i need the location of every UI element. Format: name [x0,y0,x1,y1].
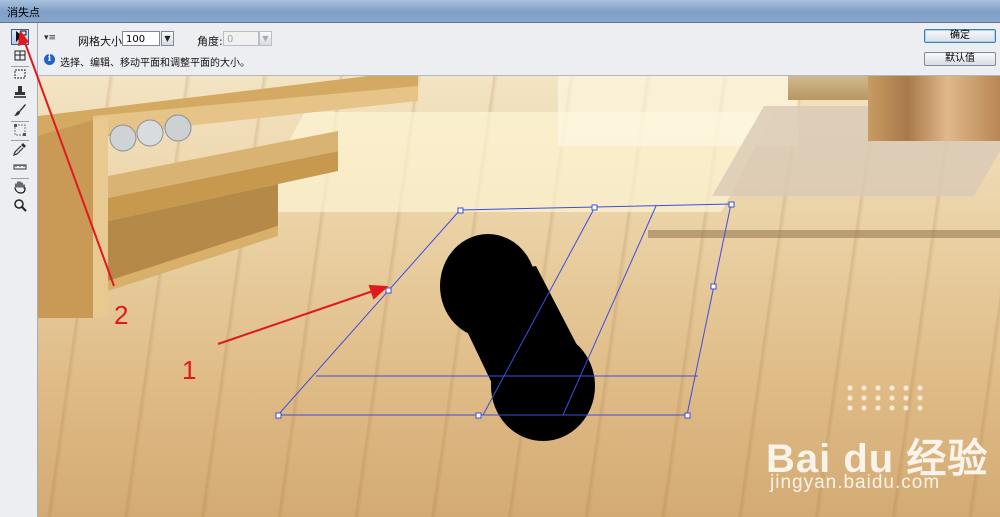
eyedropper-tool-button[interactable] [11,142,29,158]
info-text: 选择、编辑、移动平面和调整平面的大小。 [60,58,250,69]
transform-icon [14,124,26,136]
chevron-down-icon: ▼ [164,34,171,43]
grid-size-field[interactable]: 100 [122,31,160,46]
zoom-icon [14,199,27,212]
grid-size-label: 网格大小: [78,35,126,48]
watermark-url: jingyan.baidu.com [770,472,941,493]
grid-line [562,205,657,416]
transform-tool-button[interactable] [11,123,29,139]
stamp-icon [14,86,26,98]
hand-tool-button[interactable] [11,180,29,196]
tool-options-menu-icon[interactable]: ▾≡ [44,33,56,43]
zoom-tool-button[interactable] [11,198,29,214]
window-title: 消失点 [7,6,40,19]
measure-tool-button[interactable] [11,160,29,176]
annotation-label-2: 2 [114,300,129,330]
chevron-down-icon: ▼ [262,34,269,43]
marquee-tool-button[interactable] [11,67,29,83]
brush-icon [14,104,26,116]
ok-button[interactable]: 确定 [924,29,996,43]
grid-size-dropdown[interactable]: ▼ [161,31,174,46]
info-bar: i 选择、编辑、移动平面和调整平面的大小。 [38,53,916,69]
default-button[interactable]: 默认值 [924,52,996,66]
annotation-label-1: 1 [182,355,197,385]
angle-field[interactable]: 0 [223,31,259,46]
eyedropper-icon [13,143,26,156]
arrow-icon [16,30,27,43]
options-bar: ▾≡ 网格大小: 100 ▼ 角度: 0 ▼ 确定 默认值 i 选择、编辑、移动… [38,23,1000,76]
title-bar: 消失点 [0,0,1000,23]
baidu-watermark: Bai du 经验 jingyan.baidu.com [766,426,988,493]
info-icon: i [44,54,55,65]
marquee-icon [14,69,26,79]
preview-canvas[interactable]: Bai du 经验 jingyan.baidu.com [38,76,1000,517]
stamp-tool-button[interactable] [11,85,29,101]
plane-grid-icon [14,50,26,61]
tool-palette [0,23,38,517]
black-blob [440,234,595,441]
annotation-arrows [217,284,389,345]
floor-dots [843,383,923,413]
brush-tool-button[interactable] [11,103,29,119]
edit-plane-tool-button[interactable] [11,29,29,45]
hand-icon [14,181,26,194]
ruler-icon [13,164,27,170]
angle-label: 角度: [197,35,223,48]
angle-dropdown[interactable]: ▼ [259,31,272,46]
create-plane-tool-button[interactable] [11,48,29,64]
